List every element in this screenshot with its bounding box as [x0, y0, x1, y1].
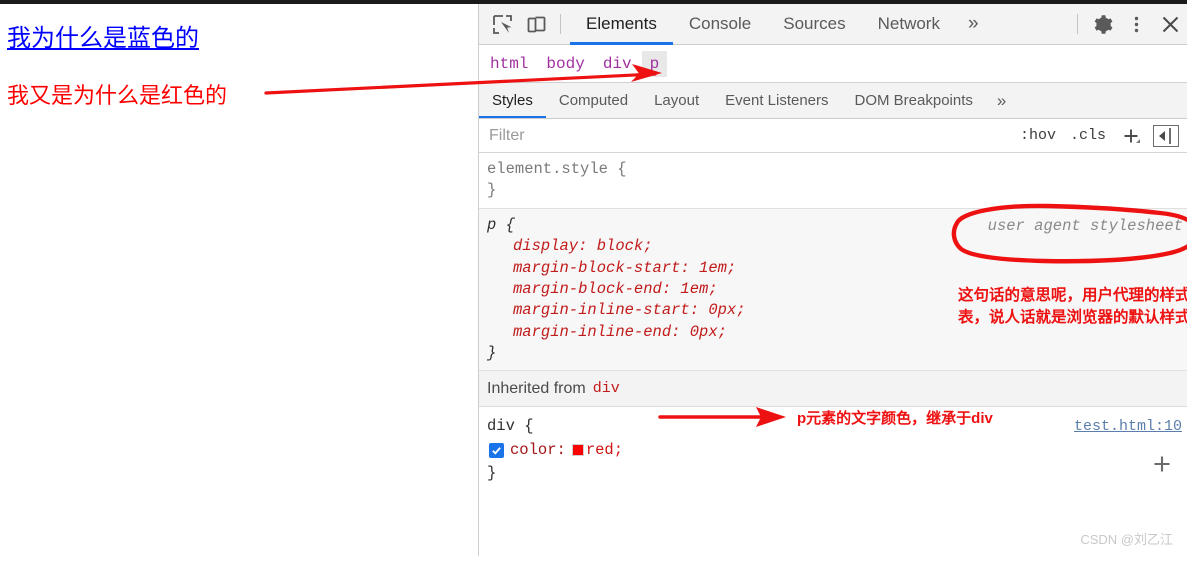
tab-layout[interactable]: Layout [641, 83, 712, 118]
declaration-margin-block-start: margin-block-start: 1em; [513, 258, 737, 277]
kebab-menu-icon[interactable] [1119, 7, 1153, 41]
toolbar-divider-right [1077, 14, 1078, 34]
breadcrumb: html body div p [479, 45, 1187, 83]
declaration-display: display: block; [513, 237, 653, 256]
declaration-margin-inline-end: margin-inline-end: 0px; [513, 322, 727, 341]
tab-elements[interactable]: Elements [570, 4, 673, 45]
user-agent-stylesheet-origin: user agent stylesheet [987, 216, 1183, 235]
tab-network[interactable]: Network [862, 4, 956, 45]
filter-input[interactable] [479, 119, 1013, 152]
declaration-enabled-checkbox[interactable] [489, 442, 504, 458]
inherited-source-tag[interactable]: div [593, 380, 620, 397]
breadcrumb-item-div[interactable]: div [595, 51, 640, 77]
element-style-close-brace: } [487, 181, 497, 200]
element-classes-button[interactable]: .cls [1063, 127, 1113, 144]
tab-computed[interactable]: Computed [546, 83, 641, 118]
stylesheet-source-link[interactable]: test.html:10 [1074, 416, 1182, 439]
tab-event-listeners[interactable]: Event Listeners [712, 83, 841, 118]
tab-styles[interactable]: Styles [479, 83, 546, 118]
devtools-main-tabs: Elements Console Sources Network » [570, 4, 991, 45]
watermark: CSDN @刘乙江 [1080, 532, 1173, 547]
rule-element-style[interactable]: element.style { } [479, 153, 1187, 209]
tab-sources[interactable]: Sources [767, 4, 861, 45]
devtools-toolbar: Elements Console Sources Network » [479, 4, 1187, 45]
inspect-element-icon[interactable] [485, 7, 519, 41]
toolbar-right-actions [1070, 4, 1187, 45]
breadcrumb-item-body[interactable]: body [538, 51, 592, 77]
page-blue-link[interactable]: 我为什么是蓝色的 [7, 18, 199, 53]
breadcrumb-item-html[interactable]: html [482, 51, 536, 77]
rendered-page-viewport: 我为什么是蓝色的 我又是为什么是红色的 [0, 4, 478, 556]
p-rule-close-brace: } [487, 344, 497, 362]
declaration-property-value[interactable]: red; [586, 439, 623, 462]
tab-dom-breakpoints[interactable]: DOM Breakpoints [842, 83, 986, 118]
new-style-rule-button[interactable] [1113, 126, 1147, 146]
inherited-from-header: Inherited from div [479, 371, 1187, 408]
p-rule-selector: p { [487, 215, 515, 234]
element-style-selector: element.style { [487, 160, 627, 178]
inherited-label: Inherited from [487, 379, 586, 397]
styles-rules-list: element.style { } p { user agent stylesh… [479, 153, 1187, 555]
rule-p-user-agent[interactable]: p { user agent stylesheet display: block… [479, 208, 1187, 372]
more-sidebar-tabs-chevron-icon[interactable]: » [986, 83, 1017, 118]
styles-sidebar-tabs: Styles Computed Layout Event Listeners D… [479, 83, 1187, 119]
devtools-panel: Elements Console Sources Network » html … [478, 4, 1187, 556]
more-tabs-chevron-icon[interactable]: » [956, 4, 991, 45]
declaration-property-name[interactable]: color: [510, 439, 566, 462]
declaration-color-row: color: red; [487, 439, 1187, 462]
declaration-margin-block-end: margin-block-end: 1em; [513, 279, 718, 298]
styles-filter-bar: :hov .cls [479, 119, 1187, 153]
breadcrumb-item-p[interactable]: p [641, 50, 668, 77]
toggle-element-state-button[interactable]: :hov [1013, 127, 1063, 144]
computed-styles-sidebar-toggle[interactable] [1153, 124, 1179, 147]
color-swatch[interactable] [571, 444, 584, 457]
toolbar-divider [560, 14, 561, 34]
div-rule-selector: div { [487, 417, 534, 436]
div-rule-close-brace: } [487, 463, 497, 482]
device-toolbar-icon[interactable] [519, 7, 553, 41]
add-declaration-button[interactable] [1151, 453, 1173, 483]
rule-div[interactable]: div { test.html:10 color: red; } [479, 407, 1187, 492]
declaration-margin-inline-start: margin-inline-start: 0px; [513, 301, 746, 320]
page-red-paragraph: 我又是为什么是红色的 [7, 83, 228, 108]
tab-console[interactable]: Console [673, 4, 767, 45]
close-icon[interactable] [1153, 7, 1187, 41]
gear-icon[interactable] [1085, 7, 1119, 41]
